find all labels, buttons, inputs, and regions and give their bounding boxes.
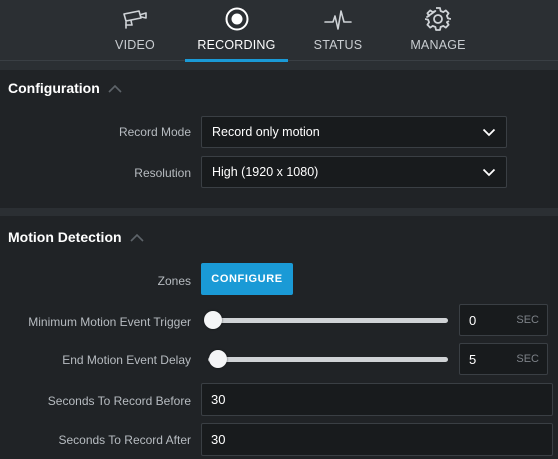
record-after-value: 30	[211, 432, 226, 447]
slider-track	[208, 318, 448, 323]
tab-label: VIDEO	[115, 38, 155, 52]
record-before-label: Seconds To Record Before	[47, 394, 191, 408]
chevron-down-icon	[482, 166, 496, 181]
record-after-label: Seconds To Record After	[58, 433, 191, 447]
min-trigger-input[interactable]: 0 SEC	[459, 304, 548, 336]
configure-zones-button[interactable]: CONFIGURE	[201, 263, 293, 295]
tab-label: STATUS	[313, 38, 363, 52]
unit-label: SEC	[516, 314, 539, 326]
motion-detection-section: Motion Detection Zones CONFIGURE Minimum…	[0, 216, 558, 459]
tab-label: RECORDING	[197, 38, 276, 52]
record-mode-select[interactable]: Record only motion	[201, 116, 507, 148]
unit-label: SEC	[516, 353, 539, 365]
section-title: Motion Detection	[8, 229, 122, 245]
tab-label: MANAGE	[410, 38, 466, 52]
resolution-select[interactable]: High (1920 x 1080)	[201, 156, 507, 188]
configuration-section: Configuration Record Mode Record only mo…	[0, 70, 558, 208]
slider-handle[interactable]	[204, 311, 222, 329]
tab-video[interactable]: VIDEO	[104, 0, 166, 61]
slider-track	[208, 357, 448, 362]
end-delay-slider[interactable]	[204, 350, 448, 368]
record-before-input[interactable]: 30	[201, 383, 553, 416]
motion-detection-header[interactable]: Motion Detection	[8, 229, 144, 245]
record-icon	[224, 2, 250, 32]
chevron-up-icon	[129, 229, 144, 245]
pulse-icon	[324, 2, 352, 32]
tab-bar: VIDEO RECORDING STATUS MANAGE	[0, 0, 558, 62]
record-before-value: 30	[211, 392, 226, 407]
record-mode-value: Record only motion	[212, 125, 320, 139]
resolution-value: High (1920 x 1080)	[212, 165, 319, 179]
chevron-down-icon	[482, 126, 496, 141]
record-after-input[interactable]: 30	[201, 423, 553, 456]
tab-recording[interactable]: RECORDING	[185, 0, 288, 62]
tab-status[interactable]: STATUS	[310, 0, 366, 61]
gear-icon	[425, 2, 451, 32]
end-delay-value: 5	[469, 351, 477, 367]
record-mode-label: Record Mode	[118, 125, 191, 139]
min-trigger-slider[interactable]	[204, 311, 448, 329]
zones-label: Zones	[157, 274, 191, 288]
min-trigger-value: 0	[469, 312, 477, 328]
min-trigger-label: Minimum Motion Event Trigger	[28, 315, 191, 329]
chevron-up-icon	[108, 80, 122, 96]
section-title: Configuration	[8, 80, 100, 96]
end-delay-label: End Motion Event Delay	[62, 353, 191, 367]
tab-manage[interactable]: MANAGE	[406, 0, 470, 61]
slider-handle[interactable]	[208, 350, 227, 368]
camera-icon	[122, 2, 148, 32]
end-delay-input[interactable]: 5 SEC	[459, 343, 548, 375]
resolution-label: Resolution	[134, 166, 191, 180]
configuration-header[interactable]: Configuration	[8, 80, 122, 96]
